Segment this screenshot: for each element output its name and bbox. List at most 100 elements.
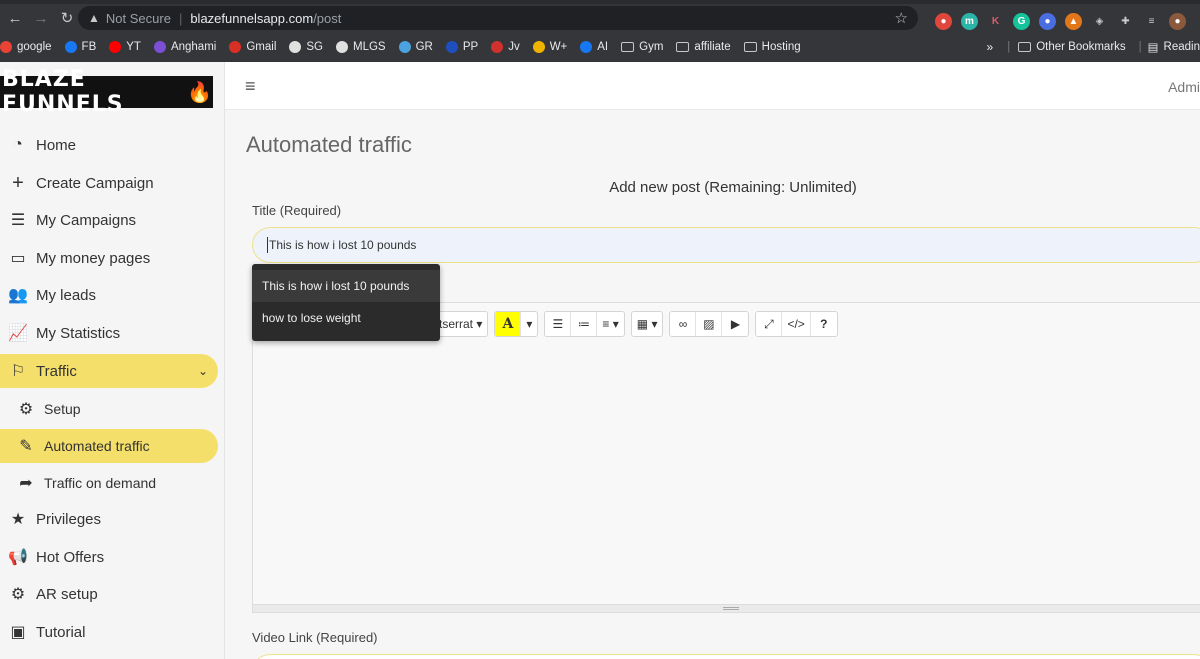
video-icon[interactable]: ▶: [722, 312, 748, 336]
puzzle-icon[interactable]: ✚: [1117, 13, 1134, 30]
autocomplete-option[interactable]: how to lose weight: [252, 302, 440, 334]
sidebar-item-label: Home: [36, 136, 77, 154]
bookmark-google[interactable]: google: [0, 41, 52, 53]
address-bar[interactable]: ▲ Not Secure | blazefunnelsapp.com /post…: [78, 6, 918, 30]
insert-group: ∞ ▨ ▶: [669, 311, 750, 337]
bookmark-gym[interactable]: Gym: [621, 41, 663, 53]
reading-list-button[interactable]: ▤ Readin: [1148, 40, 1200, 54]
sidebar-item-privileges[interactable]: ★ Privileges: [0, 502, 218, 536]
bookmark-fb[interactable]: FB: [64, 41, 96, 53]
fullscreen-icon[interactable]: ⤢: [756, 312, 783, 336]
title-input-value: This is how i lost 10 pounds: [269, 238, 417, 252]
sidebar-item-tutorial[interactable]: ▣ Tutorial: [0, 615, 218, 649]
bookmark-anghami[interactable]: Anghami: [153, 41, 216, 53]
bookmark-label: Hosting: [761, 41, 801, 53]
ordered-list-icon[interactable]: ≔: [571, 312, 598, 336]
forward-icon[interactable]: →: [30, 7, 52, 29]
sidebar-item-automated-traffic[interactable]: ✎ Automated traffic: [0, 429, 218, 463]
sidebar: BLAZE FUNNELS 🔥 ◔ Home + Create Campaign…: [0, 62, 225, 659]
extension-k-icon[interactable]: K: [987, 13, 1004, 30]
profile-avatar[interactable]: ●: [1169, 12, 1186, 30]
code-view-icon[interactable]: </>: [782, 312, 811, 336]
other-bookmarks-folder[interactable]: Other Bookmarks: [1018, 41, 1126, 53]
megaphone-icon: 📢: [8, 549, 28, 566]
sidebar-item-setup[interactable]: ⚙ Setup: [0, 392, 218, 426]
color-dropdown-icon[interactable]: ▾: [521, 312, 537, 336]
font-family-dropdown[interactable]: tserrat ▾: [434, 312, 487, 336]
help-icon[interactable]: ?: [811, 312, 837, 336]
bookmark-pp[interactable]: PP: [445, 41, 479, 53]
metamask-icon[interactable]: ▲: [1065, 12, 1082, 30]
paragraph-align-icon[interactable]: ≡ ▾: [597, 312, 623, 336]
bookmark-gr[interactable]: GR: [398, 41, 433, 53]
image-icon[interactable]: ▨: [696, 312, 723, 336]
bookmark-label: affiliate: [694, 41, 731, 53]
sidebar-item-my-leads[interactable]: 👥 My leads: [0, 278, 218, 312]
folder-icon: ▭: [10, 250, 26, 267]
bookmark-label: YT: [126, 41, 141, 53]
video-link-input[interactable]: [252, 654, 1200, 659]
bookmark-affiliate[interactable]: affiliate: [676, 41, 731, 53]
sidebar-item-ar-setup[interactable]: ⚙ AR setup: [0, 577, 218, 611]
bookmark-mlgs[interactable]: MLGS: [336, 41, 386, 53]
folder-icon: [676, 42, 690, 52]
bookmark-label: W+: [549, 41, 568, 53]
text-color-button[interactable]: A: [495, 312, 522, 336]
grammarly-icon[interactable]: G: [1013, 12, 1030, 30]
bookmark-star-icon[interactable]: ☆: [895, 9, 908, 27]
extension-multi-icon[interactable]: ●: [1039, 12, 1056, 30]
extension-teal-icon[interactable]: m: [961, 12, 978, 30]
page-title: Automated traffic: [246, 132, 412, 157]
extension-red-icon[interactable]: ●: [935, 12, 952, 30]
bookmark-label: GR: [415, 41, 433, 53]
sidebar-item-hot-offers[interactable]: 📢 Hot Offers: [0, 540, 218, 574]
back-icon[interactable]: ←: [4, 7, 26, 29]
sidebar-item-home[interactable]: ◔ Home: [0, 128, 218, 162]
tv-icon: ▣: [10, 624, 26, 641]
list-icon: ☰: [10, 212, 26, 229]
title-input[interactable]: This is how i lost 10 pounds: [252, 227, 1200, 263]
browser-toolbar: ← → ↻ ▲ Not Secure | blazefunnelsapp.com…: [0, 4, 1200, 32]
sidebar-item-my-statistics[interactable]: 📈 My Statistics: [0, 316, 218, 350]
sidebar-item-label: AR setup: [36, 585, 98, 603]
table-icon[interactable]: ▦ ▾: [632, 312, 663, 336]
sidebar-item-my-campaigns[interactable]: ☰ My Campaigns: [0, 203, 218, 237]
link-icon[interactable]: ∞: [670, 312, 697, 336]
unordered-list-icon[interactable]: ☰: [545, 312, 572, 336]
admin-menu[interactable]: Admi: [1168, 79, 1200, 95]
gmail-icon: [229, 41, 242, 53]
chevron-down-icon: ⌄: [197, 364, 208, 378]
chart-line-icon: 📈: [8, 325, 28, 342]
rich-text-editor[interactable]: tserrat ▾ A ▾ ☰ ≔ ≡ ▾ ▦ ▾ ∞ ▨ ▶ ⤢ </> ?: [252, 302, 1200, 613]
media-control-icon[interactable]: ≡: [1143, 13, 1160, 30]
bookmark-ai[interactable]: AI: [580, 41, 608, 53]
bookmark-label: PP: [462, 41, 479, 53]
anghami-icon: [153, 41, 166, 53]
sidebar-item-my-money-pages[interactable]: ▭ My money pages: [0, 241, 218, 275]
bookmarks-overflow-button[interactable]: »: [987, 40, 994, 54]
sidebar-item-label: Traffic on demand: [44, 475, 157, 491]
font-family-value: tserrat: [439, 317, 474, 331]
bookmark-w-[interactable]: W+: [532, 41, 568, 53]
editor-resize-handle[interactable]: [253, 604, 1200, 612]
sidebar-item-traffic[interactable]: ⚐ Traffic ⌄: [0, 354, 218, 388]
sidebar-item-create-campaign[interactable]: + Create Campaign: [0, 166, 218, 200]
reload-icon[interactable]: ↻: [56, 7, 78, 29]
extensions-area: ● m K G ● ▲ ◈ ✚ ≡ ●: [935, 10, 1186, 32]
shield-icon[interactable]: ◈: [1091, 13, 1108, 30]
bookmark-yt[interactable]: YT: [109, 41, 141, 53]
bookmark-jv[interactable]: Jv: [491, 41, 520, 53]
color-group: A ▾: [494, 311, 539, 337]
bookmark-hosting[interactable]: Hosting: [743, 41, 801, 53]
sidebar-item-traffic-on-demand[interactable]: ➦ Traffic on demand: [0, 466, 218, 500]
bookmark-sg[interactable]: SG: [289, 41, 323, 53]
blaze-funnels-logo[interactable]: BLAZE FUNNELS 🔥: [0, 67, 213, 117]
autocomplete-option[interactable]: This is how i lost 10 pounds: [252, 270, 440, 302]
gear-icon: ⚙: [18, 401, 34, 418]
hamburger-menu-icon[interactable]: ≡: [245, 76, 256, 97]
url-host: blazefunnelsapp.com: [190, 10, 314, 26]
bookmark-gmail[interactable]: Gmail: [229, 41, 276, 53]
warning-icon: ▲: [88, 11, 100, 25]
gears-icon: ⚙: [10, 586, 26, 603]
google-icon: [0, 41, 12, 53]
